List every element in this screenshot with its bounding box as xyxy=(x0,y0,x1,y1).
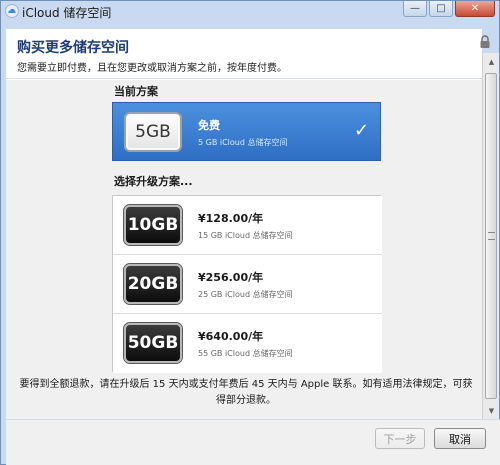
plan-option-20gb[interactable]: 20GB ¥256.00/年 25 GB iCloud 总储存空间 xyxy=(113,255,382,314)
plan-selection-area: 当前方案 5GB 免费 5 GB iCloud 总储存空间 ✓ 选择升级方案..… xyxy=(6,80,482,419)
plan-price: ¥128.00/年 xyxy=(198,212,264,225)
current-plan-row[interactable]: 5GB 免费 5 GB iCloud 总储存空间 ✓ xyxy=(112,102,381,161)
scroll-grip-icon xyxy=(488,232,495,240)
title-bar[interactable]: iCloud 储存空间 — □ ✕ xyxy=(1,1,499,21)
vertical-scrollbar[interactable]: ▲ ▼ xyxy=(482,53,499,419)
cancel-button[interactable]: 取消 xyxy=(434,428,486,449)
plan-description: 15 GB iCloud 总储存空间 xyxy=(198,231,293,240)
plan-price: ¥640.00/年 xyxy=(198,330,264,343)
plan-price: ¥256.00/年 xyxy=(198,271,264,284)
icloud-app-icon xyxy=(5,4,19,18)
page-subtitle: 您需要立即付费，且在您更改或取消方案之前，按年度付费。 xyxy=(17,63,287,74)
plan-description: 55 GB iCloud 总储存空间 xyxy=(198,349,293,358)
plan-option-50gb[interactable]: 50GB ¥640.00/年 55 GB iCloud 总储存空间 xyxy=(113,314,382,373)
upgrade-plans-label: 选择升级方案... xyxy=(114,175,193,188)
scroll-thumb[interactable] xyxy=(485,73,497,399)
refund-notice: 要得到全额退款，请在升级后 15 天内或支付年费后 45 天内与 Apple 联… xyxy=(19,379,473,406)
maximize-button[interactable]: □ xyxy=(429,1,453,17)
storage-badge-10gb: 10GB xyxy=(124,205,182,245)
plan-description: 5 GB iCloud 总储存空间 xyxy=(198,138,288,147)
icloud-storage-window: iCloud 储存空间 — □ ✕ 购买更多储存空间 您需要立即付费，且在您更改… xyxy=(0,0,500,465)
plan-price: 免费 xyxy=(198,119,220,132)
dialog-footer: 下一步 取消 xyxy=(6,419,500,465)
close-button[interactable]: ✕ xyxy=(455,1,495,17)
next-button[interactable]: 下一步 xyxy=(375,428,425,449)
plan-option-10gb[interactable]: 10GB ¥128.00/年 15 GB iCloud 总储存空间 xyxy=(113,196,382,255)
storage-badge-5gb: 5GB xyxy=(124,112,182,152)
plan-description: 25 GB iCloud 总储存空间 xyxy=(198,290,293,299)
dialog-content: 购买更多储存空间 您需要立即付费，且在您更改或取消方案之前，按年度付费。 当前方… xyxy=(6,29,482,419)
current-plan-label: 当前方案 xyxy=(114,85,158,98)
storage-badge-20gb: 20GB xyxy=(124,264,182,304)
checkmark-icon: ✓ xyxy=(354,120,370,141)
lock-icon xyxy=(480,35,490,48)
scroll-down-icon[interactable]: ▼ xyxy=(483,402,500,419)
page-title: 购买更多储存空间 xyxy=(17,40,129,56)
minimize-button[interactable]: — xyxy=(403,1,427,17)
storage-badge-50gb: 50GB xyxy=(124,323,182,363)
upgrade-plans-list: 10GB ¥128.00/年 15 GB iCloud 总储存空间 20GB ¥… xyxy=(112,195,382,373)
window-controls: — □ ✕ xyxy=(403,1,495,17)
dialog-header: 购买更多储存空间 您需要立即付费，且在您更改或取消方案之前，按年度付费。 xyxy=(6,29,482,79)
window-title: iCloud 储存空间 xyxy=(22,6,112,20)
scroll-up-icon[interactable]: ▲ xyxy=(483,53,500,70)
